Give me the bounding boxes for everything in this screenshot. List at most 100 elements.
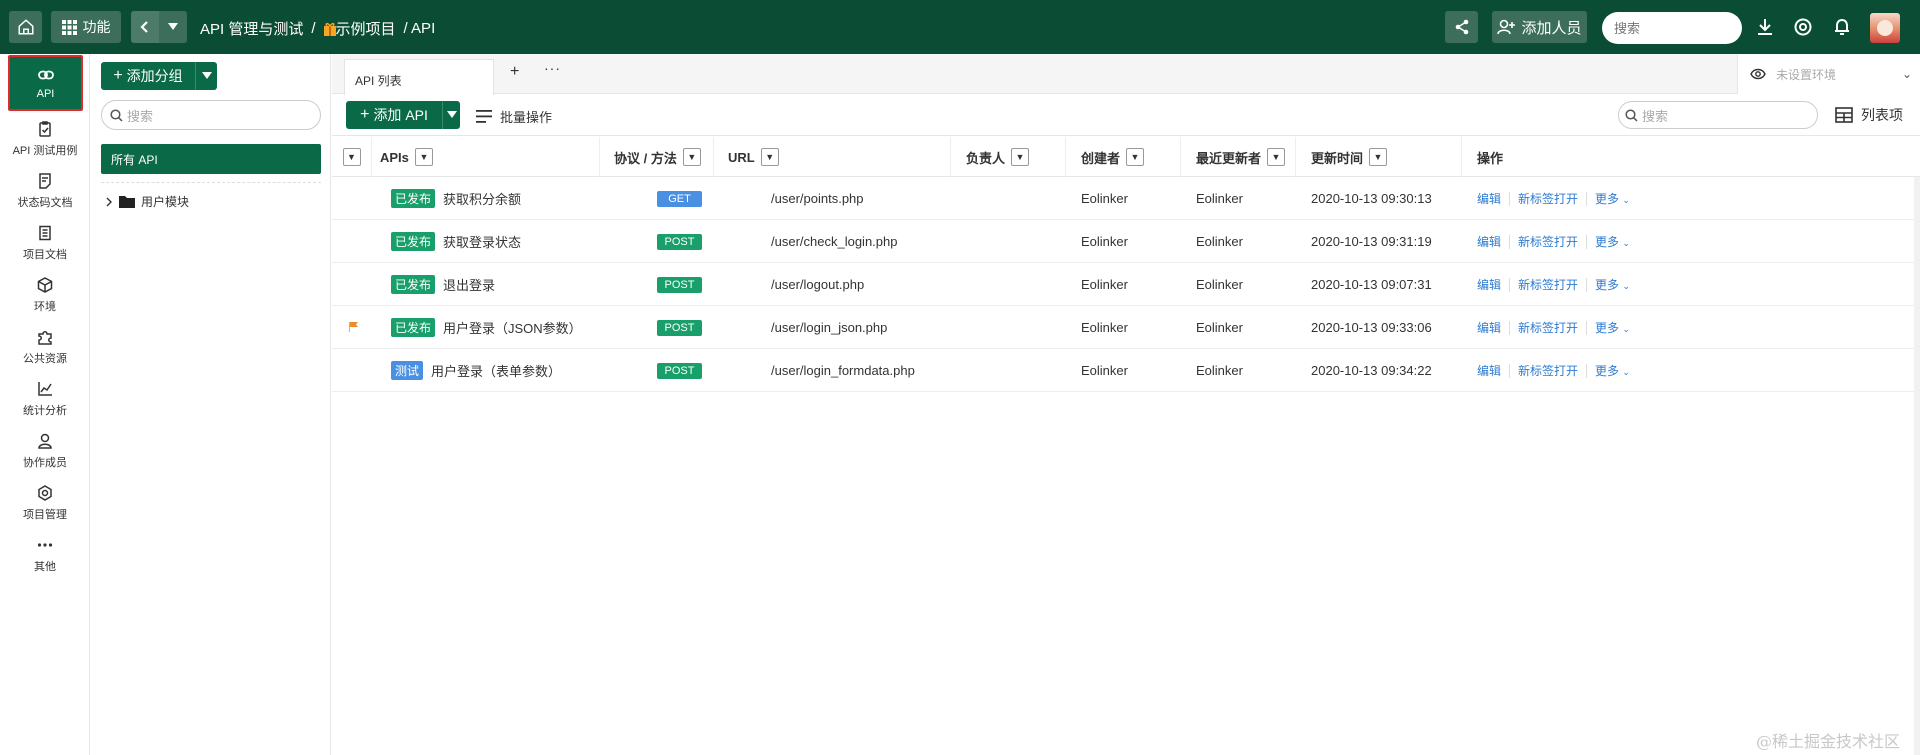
api-name-link[interactable]: 用户登录（JSON参数） [443, 318, 582, 337]
add-group-button[interactable]: + 添加分组 [101, 66, 195, 86]
edit-link[interactable]: 编辑 [1477, 319, 1501, 336]
environment-select[interactable]: 未设置环境 ⌄ [1737, 54, 1920, 94]
all-api-item[interactable]: 所有 API [101, 144, 321, 174]
feedback-button[interactable] [1793, 17, 1813, 37]
add-group-dropdown[interactable] [195, 62, 217, 90]
edit-link[interactable]: 编辑 [1477, 190, 1501, 207]
open-new-tab-link[interactable]: 新标签打开 [1518, 362, 1578, 379]
tab-more-button[interactable]: ··· [544, 60, 561, 76]
global-search-input[interactable] [1602, 12, 1742, 44]
api-name-cell: 已发布 用户登录（JSON参数） [391, 306, 582, 349]
open-new-tab-link[interactable]: 新标签打开 [1518, 190, 1578, 207]
caret-down-icon[interactable]: ▼ [1369, 148, 1388, 166]
home-icon [18, 19, 33, 35]
updater-cell: Eolinker [1196, 363, 1243, 378]
vertical-scrollbar[interactable] [1914, 177, 1920, 755]
breadcrumb-root[interactable]: API 管理与测试 [200, 18, 303, 39]
open-new-tab-link[interactable]: 新标签打开 [1518, 233, 1578, 250]
nav-item-environment[interactable]: 环境 [0, 267, 90, 323]
function-menu-button[interactable]: 功能 [51, 11, 121, 43]
chevron-down-icon: ⌄ [1622, 324, 1630, 334]
nav-item-label: 项目管理 [23, 508, 67, 521]
nav-item-common-resources[interactable]: 公共资源 [0, 319, 90, 375]
open-new-tab-link[interactable]: 新标签打开 [1518, 319, 1578, 336]
edit-link[interactable]: 编辑 [1477, 276, 1501, 293]
group-search-input[interactable]: 搜索 [101, 100, 321, 130]
api-search-input[interactable]: 搜索 [1618, 101, 1818, 129]
caret-down-icon[interactable]: ▼ [342, 148, 361, 166]
updater-cell: Eolinker [1196, 191, 1243, 206]
method-badge: POST [657, 233, 702, 250]
module-tree-item[interactable]: 用户模块 [105, 193, 189, 210]
caret-down-icon[interactable]: ▼ [1267, 148, 1286, 166]
table-row[interactable]: 已发布 获取登录状态 POST/user/check_login.php Eolink… [332, 220, 1920, 263]
more-actions-link[interactable]: 更多 ⌄ [1595, 276, 1630, 293]
notification-button[interactable] [1832, 17, 1852, 37]
download-button[interactable] [1755, 17, 1775, 37]
nav-item-api-test-case[interactable]: API 测试用例 [0, 111, 90, 167]
nav-item-project-management[interactable]: 项目管理 [0, 475, 90, 531]
open-new-tab-link[interactable]: 新标签打开 [1518, 276, 1578, 293]
caret-down-icon[interactable]: ▼ [1126, 148, 1145, 166]
tab-api-list[interactable]: API 列表 [344, 59, 494, 95]
chevron-down-icon: ⌄ [1622, 367, 1630, 377]
api-name-link[interactable]: 退出登录 [443, 275, 495, 294]
nav-item-project-doc[interactable]: 项目文档 [0, 215, 90, 271]
edit-link[interactable]: 编辑 [1477, 233, 1501, 250]
watermark: @稀土掘金技术社区 [1756, 732, 1901, 751]
add-tab-button[interactable]: + [510, 63, 519, 81]
method-cell: POST [657, 263, 702, 306]
api-name-link[interactable]: 获取登录状态 [443, 232, 521, 251]
url-cell: /user/check_login.php [771, 234, 898, 249]
caret-down-icon[interactable]: ▼ [414, 148, 433, 166]
api-name-link[interactable]: 获取积分余额 [443, 189, 521, 208]
edit-link[interactable]: 编辑 [1477, 362, 1501, 379]
table-row[interactable]: 测试 用户登录（表单参数） POST/user/login_formdata.php… [332, 349, 1920, 392]
gear-icon [38, 484, 52, 501]
avatar[interactable] [1870, 13, 1900, 43]
add-api-dropdown[interactable] [442, 101, 460, 129]
table-row[interactable]: 已发布 获取积分余额 GET/user/points.php Eolinker Eoli… [332, 177, 1920, 220]
divider [1509, 363, 1511, 378]
table-row[interactable]: 已发布 退出登录 POST/user/logout.php Eolinker Eolin… [332, 263, 1920, 306]
more-icon [37, 542, 53, 547]
flag-icon [349, 322, 358, 332]
updated-time-cell: 2020-10-13 09:07:31 [1311, 277, 1432, 292]
add-api-button[interactable]: + 添加 API [346, 105, 442, 125]
add-member-button[interactable]: 添加人员 [1492, 11, 1587, 43]
chevron-left-icon [140, 21, 148, 33]
nav-item-other[interactable]: 其他 [0, 527, 90, 583]
column-header-owner: 负责人 ▼ [951, 137, 1066, 177]
creator-cell: Eolinker [1081, 363, 1128, 378]
table-row[interactable]: 已发布 用户登录（JSON参数） POST/user/login_json.php E… [332, 306, 1920, 349]
history-dropdown-button[interactable] [159, 11, 187, 43]
caret-down-icon[interactable]: ▼ [1011, 148, 1030, 166]
home-button[interactable] [9, 11, 42, 43]
download-icon [1758, 19, 1772, 35]
breadcrumb-project[interactable]: 示例项目 [323, 18, 396, 39]
add-group-button-group: + 添加分组 [101, 62, 217, 90]
batch-operation-button[interactable]: 批量操作 [476, 107, 552, 126]
caret-down-icon[interactable]: ▼ [760, 148, 779, 166]
column-header-creator: 创建者 ▼ [1066, 137, 1181, 177]
more-actions-link[interactable]: 更多 ⌄ [1595, 362, 1630, 379]
column-header-updater: 最近更新者 ▼ [1181, 137, 1296, 177]
back-button[interactable] [131, 11, 159, 43]
more-actions-link[interactable]: 更多 ⌄ [1595, 190, 1630, 207]
more-actions-link[interactable]: 更多 ⌄ [1595, 319, 1630, 336]
share-button[interactable] [1445, 11, 1478, 43]
select-column-header: ▼ [332, 137, 372, 177]
updated-time-cell: 2020-10-13 09:31:19 [1311, 234, 1432, 249]
api-name-link[interactable]: 用户登录（表单参数） [431, 361, 561, 380]
caret-down-icon[interactable]: ▼ [682, 148, 701, 166]
nav-item-members[interactable]: 协作成员 [0, 423, 90, 479]
nav-item-status-code-doc[interactable]: 状态码文档 [0, 163, 90, 219]
column-header-label: 更新时间 [1311, 150, 1364, 166]
column-settings-button[interactable]: 列表项 [1835, 105, 1903, 125]
api-name-cell: 已发布 获取登录状态 [391, 220, 521, 263]
nav-item-statistics[interactable]: 统计分析 [0, 371, 90, 427]
more-actions-link[interactable]: 更多 ⌄ [1595, 233, 1630, 250]
nav-item-api[interactable]: API [8, 55, 83, 111]
toolbar: + 添加 API 批量操作 搜索 列表项 [332, 94, 1920, 136]
nav-item-label: 协作成员 [23, 456, 67, 469]
